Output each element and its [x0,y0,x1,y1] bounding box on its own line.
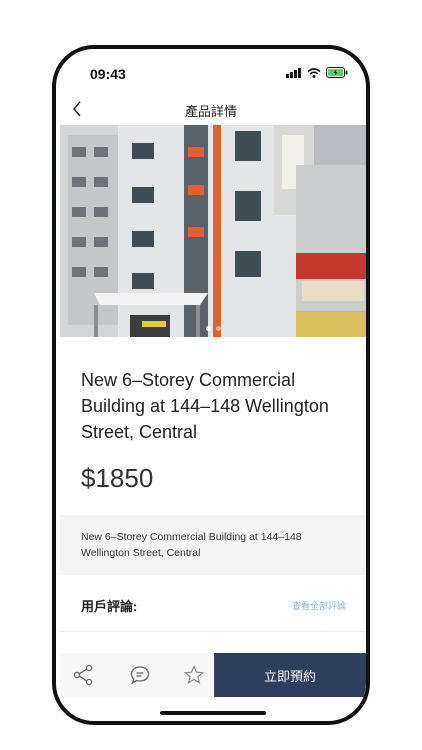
carousel-dot[interactable] [215,326,221,331]
home-indicator [160,711,266,715]
comment-button[interactable] [128,663,152,687]
product-price: $1850 [81,463,154,493]
star-icon [183,665,205,684]
product-description: New 6–Storey Commercial Building at 144–… [81,531,302,559]
battery-charging-icon [326,67,348,78]
building-photo [60,125,366,337]
wifi-icon [307,67,321,78]
page-title: 產品詳情 [184,104,237,119]
status-icons [286,67,348,78]
reviews-header: 用戶評論: 查看全部評論 [60,575,366,632]
carousel-dot[interactable] [205,326,211,331]
bottom-action-bar: 立即預約 [60,653,366,697]
view-all-reviews-link[interactable]: 查看全部評論 [292,599,346,612]
reviews-label: 用戶評論: [81,599,138,614]
signal-icon [286,67,301,78]
status-bar: 09:43 [56,49,366,97]
nav-bar: 產品詳情 [56,97,366,125]
description-box: New 6–Storey Commercial Building at 144–… [60,515,366,575]
product-title: New 6–Storey Commercial Building at 144–… [81,370,329,442]
product-image-carousel[interactable] [60,125,366,337]
share-button[interactable] [71,663,95,687]
phone-frame: 09:43 產品詳情 New 6–Storey Commercial Build… [52,45,370,725]
favorite-button[interactable] [182,663,206,687]
screen: 09:43 產品詳情 New 6–Storey Commercial Build… [56,49,366,721]
book-now-button[interactable]: 立即預約 [214,653,366,697]
share-icon [73,664,93,686]
status-time: 09:43 [90,66,126,82]
chat-bubble-icon [130,666,150,685]
carousel-dots [60,326,366,331]
